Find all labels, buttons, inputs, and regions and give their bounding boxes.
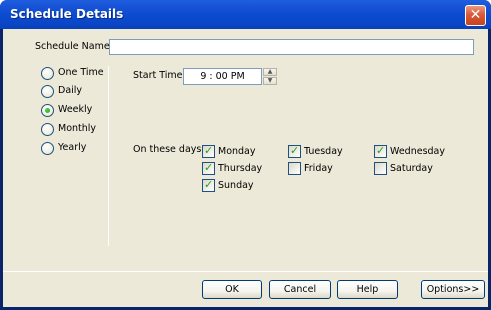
dialog-window: Schedule Details ✕ Schedule Name One Tim… (0, 0, 491, 310)
button-bar-separator (3, 271, 488, 272)
checkbox-saturday[interactable] (374, 162, 387, 175)
dialog-client-area: Schedule Name One Time Daily Weekly Mont… (3, 29, 488, 307)
ok-button[interactable]: OK (202, 280, 262, 299)
radio-monthly[interactable] (41, 123, 54, 136)
spinner-up-icon[interactable]: ▲ (263, 68, 277, 76)
checkbox-friday[interactable] (288, 162, 301, 175)
spinner-down-icon[interactable]: ▼ (263, 77, 277, 85)
checkbox-thursday-label: Thursday (218, 163, 263, 174)
checkbox-sunday[interactable]: ✓ (202, 178, 215, 192)
checkbox-sunday-label: Sunday (218, 180, 254, 191)
checkmark-icon: ✓ (290, 144, 300, 157)
checkbox-saturday-label: Saturday (390, 163, 433, 174)
radio-yearly-label: Yearly (58, 142, 87, 153)
checkbox-monday[interactable]: ✓ (202, 144, 215, 158)
radio-daily-label: Daily (58, 85, 83, 96)
schedule-name-input[interactable] (109, 39, 474, 55)
dialog-title: Schedule Details (10, 7, 124, 21)
days-label: On these days (133, 144, 202, 155)
radio-weekly-label: Weekly (58, 104, 93, 115)
close-icon: ✕ (469, 7, 482, 23)
start-time-input[interactable]: 9 : 00 PM (183, 68, 262, 85)
checkmark-icon: ✓ (204, 178, 214, 191)
radio-weekly[interactable] (41, 104, 54, 117)
radio-monthly-label: Monthly (58, 123, 97, 134)
close-button[interactable]: ✕ (465, 5, 486, 26)
radio-one-time[interactable] (41, 67, 54, 80)
start-time-spinner: ▲ ▼ (263, 68, 277, 85)
checkbox-tuesday-label: Tuesday (304, 146, 343, 157)
checkmark-icon: ✓ (376, 144, 386, 157)
radio-yearly[interactable] (41, 142, 54, 155)
start-time-value: 9 : 00 PM (200, 71, 245, 82)
checkbox-wednesday-label: Wednesday (390, 146, 446, 157)
options-button[interactable]: Options>> (421, 280, 485, 299)
start-time-label: Start Time (133, 70, 183, 81)
checkbox-thursday[interactable]: ✓ (202, 161, 215, 175)
cancel-button[interactable]: Cancel (269, 280, 331, 299)
checkbox-tuesday[interactable]: ✓ (288, 144, 301, 158)
radio-daily[interactable] (41, 85, 54, 98)
checkbox-monday-label: Monday (218, 146, 256, 157)
schedule-name-label: Schedule Name (35, 41, 110, 52)
vertical-separator (108, 66, 109, 246)
checkmark-icon: ✓ (204, 161, 214, 174)
radio-one-time-label: One Time (58, 67, 104, 78)
checkbox-wednesday[interactable]: ✓ (374, 144, 387, 158)
checkmark-icon: ✓ (204, 144, 214, 157)
radio-selected-dot (45, 108, 50, 113)
title-bar[interactable]: Schedule Details ✕ (0, 0, 491, 29)
help-button[interactable]: Help (337, 280, 398, 299)
checkbox-friday-label: Friday (304, 163, 333, 174)
